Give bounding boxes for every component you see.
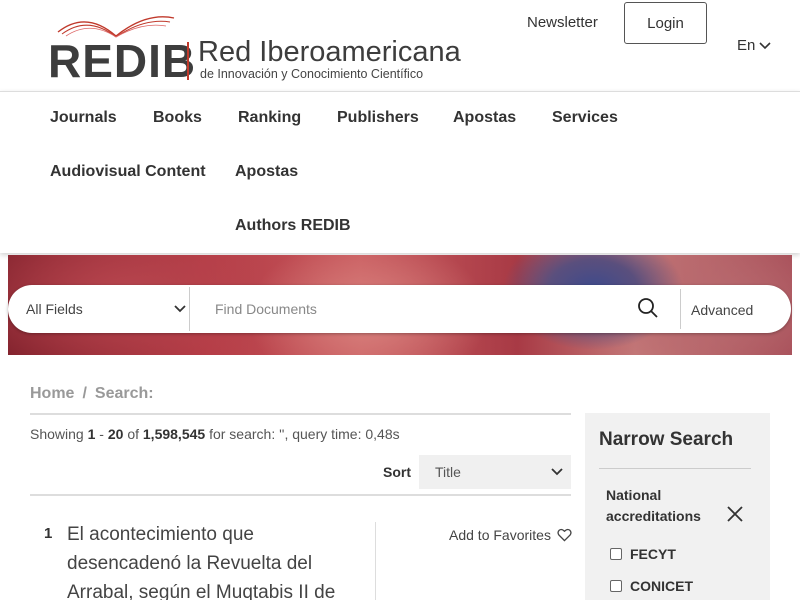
sidebar-title: Narrow Search — [599, 429, 734, 450]
results-suffix: for search: '', query time: 0,48s — [209, 426, 400, 442]
nav-item-services[interactable]: Services — [552, 109, 618, 127]
divider — [30, 413, 571, 415]
facet-title: National accreditations — [606, 487, 701, 524]
search-field-label: All Fields — [26, 301, 83, 317]
result-title[interactable]: El acontecimiento que desencadenó la Rev… — [67, 520, 367, 600]
close-icon[interactable] — [725, 504, 745, 524]
login-button[interactable]: Login — [624, 2, 707, 44]
chevron-down-icon — [551, 468, 563, 476]
nav-item-apostas-2[interactable]: Apostas — [235, 163, 298, 181]
nav-item-publishers[interactable]: Publishers — [337, 109, 419, 127]
open-book-icon — [57, 16, 175, 38]
facet-item-label: FECYT — [630, 546, 676, 562]
results-summary: Showing 1 - 20 of 1,598,545 for search: … — [30, 426, 400, 442]
divider — [30, 494, 571, 496]
redib-logo[interactable]: REDIB Red Iberoamericana de Innovación y… — [48, 10, 461, 87]
facet-item-label: CONICET — [630, 578, 693, 594]
nav-item-authors[interactable]: Authors REDIB — [235, 217, 351, 235]
logo-separator — [187, 42, 189, 80]
sort-label: Sort — [383, 464, 411, 480]
showing-label: Showing — [30, 426, 84, 442]
result-number: 1 — [44, 525, 53, 542]
search-icon — [638, 298, 658, 318]
site-header: REDIB Red Iberoamericana de Innovación y… — [0, 0, 800, 91]
divider — [680, 289, 681, 329]
nav-item-apostas[interactable]: Apostas — [453, 109, 516, 127]
search-field-select[interactable]: All Fields — [26, 285, 186, 333]
chevron-down-icon — [174, 305, 186, 313]
breadcrumb-current: Search: — [94, 385, 154, 402]
range-start: 1 — [87, 426, 96, 442]
language-selector[interactable]: En — [737, 37, 771, 54]
logo-redib-text: REDIB — [48, 35, 197, 87]
range-end: 20 — [107, 426, 124, 442]
range-dash: - — [99, 426, 104, 442]
sort-value: Title — [435, 464, 461, 480]
nav-item-audiovisual[interactable]: Audiovisual Content — [50, 163, 206, 181]
breadcrumb-separator: / — [82, 385, 87, 402]
breadcrumb-home[interactable]: Home — [30, 385, 74, 403]
logo-name: Red Iberoamericana — [198, 36, 461, 68]
of-label: of — [127, 426, 139, 442]
checkbox[interactable] — [610, 580, 622, 592]
main-nav: Journals Books Ranking Publishers Aposta… — [0, 91, 800, 253]
chevron-down-icon — [759, 41, 771, 49]
results-total: 1,598,545 — [142, 426, 206, 442]
divider — [599, 468, 751, 469]
divider — [189, 287, 190, 331]
checkbox[interactable] — [610, 548, 622, 560]
search-input[interactable] — [215, 285, 635, 333]
search-button[interactable] — [636, 297, 660, 321]
facet-item-conicet[interactable]: CONICET — [610, 578, 693, 594]
newsletter-link[interactable]: Newsletter — [527, 14, 598, 31]
breadcrumb: Home / Search: — [30, 385, 154, 403]
facet-item-fecyt[interactable]: FECYT — [610, 546, 676, 562]
advanced-search-link[interactable]: Advanced — [691, 302, 753, 318]
sort-select[interactable]: Title — [419, 455, 571, 489]
nav-item-books[interactable]: Books — [153, 109, 202, 127]
language-label: En — [737, 37, 756, 54]
narrow-search-sidebar: Narrow Search National accreditations FE… — [585, 413, 770, 600]
favorites-label: Add to Favorites — [449, 527, 551, 543]
divider — [375, 522, 376, 600]
search-bar: All Fields Advanced — [8, 285, 791, 333]
logo-subtitle: de Innovación y Conocimiento Científico — [200, 67, 424, 81]
nav-item-journals[interactable]: Journals — [50, 109, 117, 127]
nav-item-ranking[interactable]: Ranking — [238, 109, 301, 127]
add-to-favorites-button[interactable]: Add to Favorites — [449, 527, 572, 543]
heart-icon — [557, 528, 572, 542]
